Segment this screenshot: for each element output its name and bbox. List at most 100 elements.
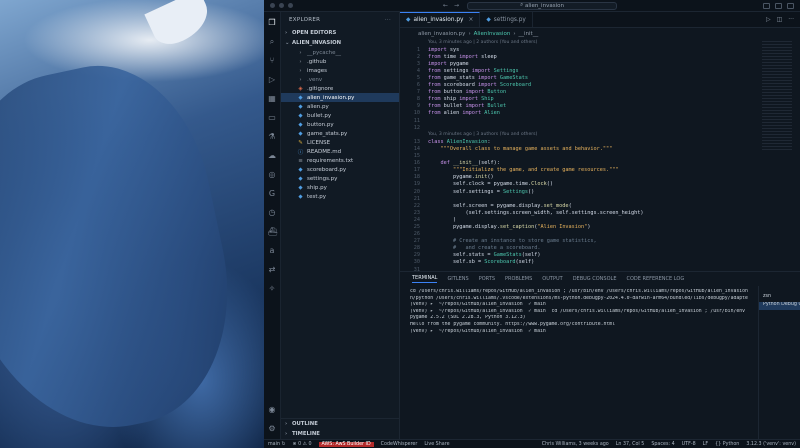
gitlens-icon[interactable]: ◎: [268, 170, 277, 179]
status-item[interactable]: ⊗ 0 ⚠ 0: [293, 442, 312, 447]
panel-tab-debug-console[interactable]: DEBUG CONSOLE: [573, 276, 617, 282]
file-tree-item[interactable]: ◆ alien_invasion.py: [281, 93, 399, 102]
outline-section[interactable]: › OUTLINE: [281, 419, 399, 429]
explorer-sidebar: EXPLORER ··· › OPEN EDITORS ⌄ ALIEN_INVA…: [281, 12, 400, 439]
panel-tab-output[interactable]: OUTPUT: [542, 276, 562, 282]
explorer-icon[interactable]: ❐: [268, 18, 277, 27]
forward-arrow-icon[interactable]: →: [454, 2, 459, 9]
file-tree-item[interactable]: › .github: [281, 57, 399, 66]
file-name: LICENSE: [307, 139, 331, 146]
terminal-item-zsh[interactable]: zsh: [759, 294, 800, 302]
aws-icon[interactable]: a: [268, 246, 277, 255]
back-arrow-icon[interactable]: ←: [443, 2, 448, 9]
status-item[interactable]: Spaces: 4: [651, 442, 674, 447]
testing-icon[interactable]: ⚗: [268, 132, 277, 141]
github-icon[interactable]: G: [268, 189, 277, 198]
file-tree-item[interactable]: › __pycache__: [281, 48, 399, 57]
code-line: 27 # Create an instance to store game st…: [400, 238, 800, 245]
close-window-button[interactable]: [270, 3, 275, 8]
codelens-blame[interactable]: You, 3 minutes ago | 2 authors (You and …: [400, 39, 800, 46]
panel-tab-gitlens[interactable]: GITLENS: [447, 276, 468, 282]
file-tree-item[interactable]: ◆ bullet.py: [281, 111, 399, 120]
status-item[interactable]: Chris Williams, 3 weeks ago: [542, 442, 609, 447]
run-python-icon[interactable]: ▷: [766, 16, 771, 23]
accounts-aws-icon[interactable]: ☁: [268, 151, 277, 160]
ocean-whale-backdrop: [0, 0, 264, 448]
tab-alien-invasion[interactable]: ◆ alien_invasion.py ×: [400, 12, 481, 27]
search-icon[interactable]: ⌕: [268, 37, 277, 46]
split-editor-icon[interactable]: ◫: [777, 16, 783, 23]
file-tree-item[interactable]: › images: [281, 66, 399, 75]
project-section[interactable]: ⌄ ALIEN_INVASION: [281, 38, 399, 48]
file-tree-item[interactable]: ◆ button.py: [281, 120, 399, 129]
file-tree-item[interactable]: ◆ scoreboard.py: [281, 165, 399, 174]
settings-gear-icon[interactable]: ⚙: [268, 424, 277, 433]
minimap[interactable]: [762, 41, 792, 151]
status-item[interactable]: 3.12.3 ('venv': venv): [746, 442, 796, 447]
panel-tab-ports[interactable]: PORTS: [479, 276, 495, 282]
command-center-search[interactable]: ⌕ alien_invasion: [467, 1, 618, 10]
close-tab-icon[interactable]: ×: [468, 17, 473, 23]
terminal-output[interactable]: cd /Users/chris.williams/repos/GitHub/al…: [400, 286, 758, 439]
tab-settings[interactable]: ◆ settings.py: [480, 12, 533, 27]
maximize-window-button[interactable]: [288, 3, 293, 8]
file-tree-item[interactable]: › .venv: [281, 75, 399, 84]
live-share-icon[interactable]: ⇄: [268, 265, 277, 274]
timeline-section[interactable]: › TIMELINE: [281, 429, 399, 439]
file-tree-item[interactable]: ◆ settings.py: [281, 174, 399, 183]
code-editor[interactable]: You, 3 minutes ago | 2 authors (You and …: [400, 39, 800, 271]
file-tree-item[interactable]: ◆ test.py: [281, 192, 399, 201]
more-actions-icon[interactable]: ···: [385, 17, 391, 23]
code-line: 10 from alien import Alien: [400, 110, 800, 117]
file-tree-item[interactable]: ◆ game_stats.py: [281, 129, 399, 138]
more-actions-icon[interactable]: ···: [788, 16, 794, 23]
toggle-secondary-sidebar-icon[interactable]: [787, 2, 794, 9]
status-item[interactable]: Ln 37, Col 5: [616, 442, 645, 447]
minimize-window-button[interactable]: [279, 3, 284, 8]
panel-tab-code-reference-log[interactable]: CODE REFERENCE LOG: [626, 276, 684, 282]
breadcrumb-method[interactable]: __init__: [519, 31, 539, 37]
status-item[interactable]: LF: [703, 442, 708, 447]
code-line: 24 ): [400, 216, 800, 223]
line-content: from bullet import Bullet: [428, 103, 507, 110]
status-item[interactable]: {} Python: [715, 442, 739, 447]
docker-icon[interactable]: ⛴: [268, 227, 278, 236]
file-tree-item[interactable]: ⓘ README.md: [281, 147, 399, 156]
status-item[interactable]: main ↻: [268, 442, 286, 447]
editor-tabs: ◆ alien_invasion.py × ◆ settings.py ▷ ◫ …: [400, 12, 800, 28]
status-item[interactable]: CodeWhisperer: [381, 442, 418, 447]
toggle-panel-icon[interactable]: [775, 2, 782, 9]
code-line: 22 self.screen = pygame.display.set_mode…: [400, 202, 800, 209]
timeline-icon[interactable]: ◷: [268, 208, 277, 217]
status-item[interactable]: UTF-8: [682, 442, 696, 447]
file-tree-item[interactable]: ◈ .gitignore: [281, 84, 399, 93]
history-nav: ← →: [443, 2, 459, 9]
breadcrumb-file[interactable]: alien_invasion.py: [418, 31, 465, 37]
extensions-icon[interactable]: ▦: [268, 94, 277, 103]
status-item[interactable]: AWS: AwS Builder ID: [318, 441, 374, 447]
source-control-icon[interactable]: ⑂: [268, 56, 277, 65]
panel-tab-problems[interactable]: PROBLEMS: [505, 276, 532, 282]
toggle-sidebar-icon[interactable]: [763, 2, 770, 9]
line-number: 29: [413, 252, 420, 259]
file-tree-item[interactable]: ◆ ship.py: [281, 183, 399, 192]
search-label: alien_invasion: [525, 2, 564, 9]
breadcrumb-class[interactable]: AlienInvasion: [474, 31, 511, 37]
file-tree-item[interactable]: ≡ requirements.txt: [281, 156, 399, 165]
code-line: 9 from bullet import Bullet: [400, 103, 800, 110]
account-icon[interactable]: ◉: [268, 405, 277, 414]
file-tree-item[interactable]: ✎ LICENSE: [281, 138, 399, 147]
codelens-blame[interactable]: You, 3 minutes ago | 3 authors (You and …: [400, 131, 800, 138]
terminal-item-python-debug[interactable]: Python Debug Co...: [759, 302, 800, 310]
file-name: settings.py: [307, 175, 338, 182]
file-name: images: [307, 67, 327, 74]
code-line: 30 self.sb = Scoreboard(self): [400, 259, 800, 266]
panel-tab-terminal[interactable]: TERMINAL: [412, 275, 438, 283]
open-editors-section[interactable]: › OPEN EDITORS: [281, 28, 399, 38]
remote-explorer-icon[interactable]: ▭: [268, 113, 277, 122]
copilot-icon[interactable]: ✧: [268, 284, 277, 293]
run-debug-icon[interactable]: ▷: [268, 75, 277, 84]
file-tree-item[interactable]: ◆ alien.py: [281, 102, 399, 111]
status-item[interactable]: Live Share: [424, 442, 449, 447]
project-label: ALIEN_INVASION: [292, 40, 342, 46]
